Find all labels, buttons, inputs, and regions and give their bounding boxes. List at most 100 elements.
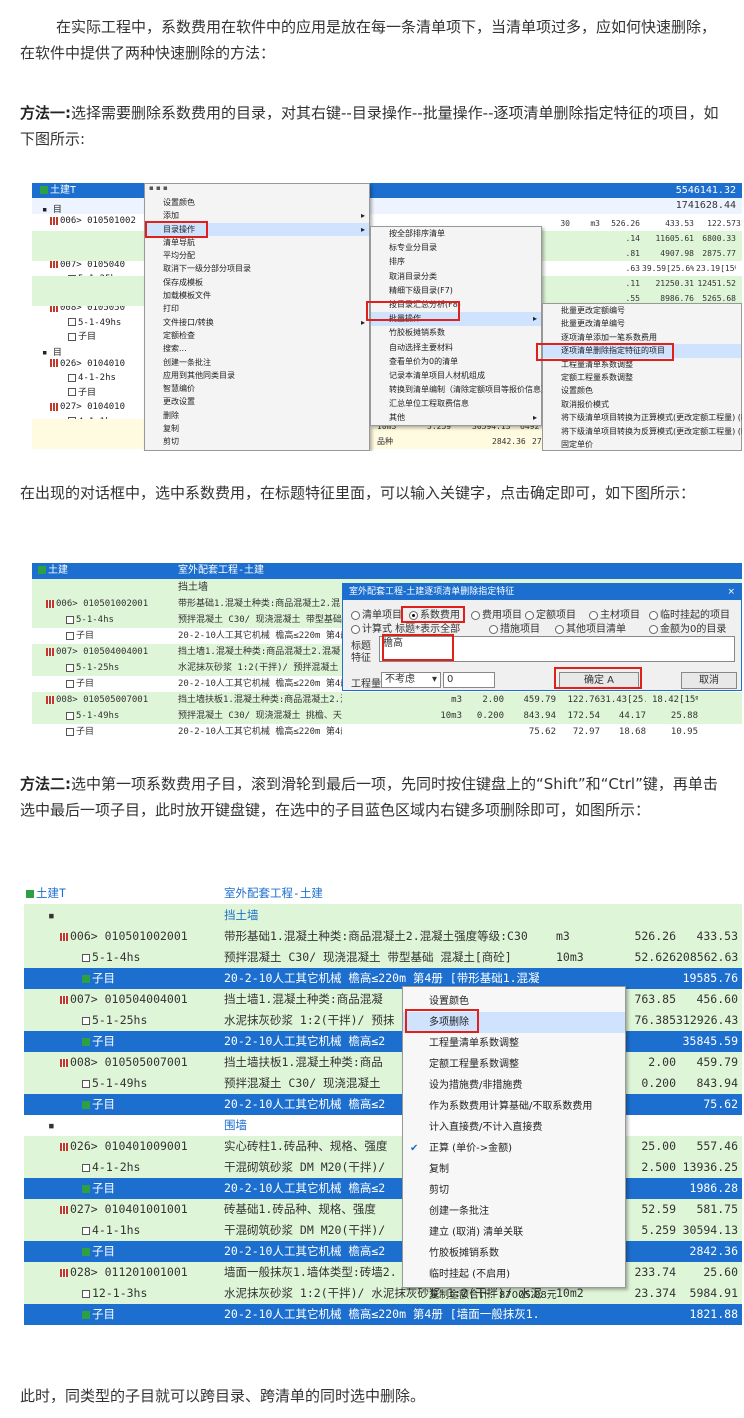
tree-item[interactable]: 子目 bbox=[68, 330, 96, 344]
menu-item[interactable]: 标专业分目录 bbox=[371, 241, 541, 255]
menu-item[interactable]: 竹胶板摊销系数 bbox=[403, 1243, 625, 1264]
option-3[interactable]: 定额项目 bbox=[525, 606, 576, 621]
cancel-button[interactable]: 取消 bbox=[681, 672, 737, 689]
menu-item[interactable]: 排序 bbox=[371, 255, 541, 269]
menu-item[interactable]: 打印 bbox=[145, 302, 369, 315]
option2-3[interactable]: 金额为0的目录 bbox=[649, 620, 726, 635]
menu-item[interactable]: 创建一条批注 bbox=[403, 1201, 625, 1222]
menu-item[interactable]: 搜索... bbox=[145, 342, 369, 355]
table-row[interactable]: 5-1-49hs 预拌混凝土 C30/ 现浇混凝土 0.200 843.94 bbox=[24, 1073, 742, 1094]
chevron-right-icon: ▸ bbox=[532, 413, 537, 423]
table-row[interactable]: 子目 20-2-10人工其它机械 檐高≤220m 第4册 [挡土墙扶板1.混 75.… bbox=[32, 724, 742, 740]
menu-item[interactable]: 智慧编价 bbox=[145, 382, 369, 395]
qty-condition-select[interactable]: 不考虑 ▾ bbox=[381, 672, 441, 688]
menu-item[interactable]: 定额工程量系数调整 bbox=[543, 371, 741, 384]
option-label: 金额为0的目录 bbox=[660, 624, 727, 635]
section-label: 挡土墙 bbox=[178, 582, 208, 593]
table-cell: 31.38[25.6%] bbox=[736, 219, 742, 228]
amount-cell: 75.62 bbox=[703, 1097, 738, 1111]
table-row[interactable]: 007> 010504004001 挡土墙1.混凝土种类:商品混凝 763.85 45… bbox=[24, 989, 742, 1010]
menu-item[interactable]: 建立 (取消) 清单关联 bbox=[403, 1222, 625, 1243]
close-icon[interactable]: × bbox=[727, 584, 735, 600]
menu-item[interactable]: 取消目录分类 bbox=[371, 270, 541, 284]
menu-item[interactable]: 作为系数费用计算基础/不取系数费用 bbox=[403, 1096, 625, 1117]
menu-item[interactable]: 按全部排序清单 bbox=[371, 227, 541, 241]
table-row[interactable]: 子目 20-2-10人工其它机械 檐高≤2 2842.36 bbox=[24, 1241, 742, 1262]
tree-item[interactable]: 026> 0104010 bbox=[50, 357, 125, 371]
menu-item[interactable]: 查看单价为0的清单 bbox=[371, 355, 541, 369]
table-row[interactable]: 子目 20-2-10人工其它机械 檐高≤2 1986.28 bbox=[24, 1178, 742, 1199]
chevron-down-icon: ▾ bbox=[431, 674, 437, 685]
option-4[interactable]: 主材项目 bbox=[589, 606, 640, 621]
menu-item[interactable]: 批量更改定额编号 bbox=[543, 304, 741, 317]
menu-item[interactable]: 汇总单位工程取费信息 bbox=[371, 397, 541, 411]
menu-item[interactable]: 转换到清单编制（清除定额项目等报价信息） bbox=[371, 383, 549, 397]
menu-item[interactable]: 将下级清单项目转换为反算模式(更改定额工程量) (F4) bbox=[543, 425, 742, 438]
menu-item[interactable]: 复制 bbox=[145, 422, 369, 435]
tree-item-label: 12-1-3hs bbox=[92, 1286, 148, 1300]
menu-item[interactable]: 加载模板文件 bbox=[145, 289, 369, 302]
qty-value-input[interactable]: 0 bbox=[443, 672, 495, 688]
menu-item[interactable]: 取消报价模式 bbox=[543, 398, 741, 411]
menu-item[interactable]: 竹胶板摊销系数 bbox=[371, 326, 541, 340]
tree-item[interactable]: 子目 bbox=[68, 386, 96, 400]
option2-2[interactable]: 其他项目清单 bbox=[555, 620, 626, 635]
table-row[interactable]: 026> 010401009001 实心砖柱1.砖品种、规格、强度 25.00 557… bbox=[24, 1136, 742, 1157]
tree-item[interactable]: 4-1-2hs bbox=[68, 371, 116, 385]
menu-item[interactable]: 计入直接费/不计入直接费 bbox=[403, 1117, 625, 1138]
menu-item[interactable]: 删除 bbox=[145, 409, 369, 422]
menu-item[interactable]: 平均分配 bbox=[145, 249, 369, 262]
menu-item[interactable]: 精细下级目录(F7) bbox=[371, 284, 541, 298]
menu-item[interactable]: 将下级清单项目转换为正算模式(更改定额工程量) (F4) bbox=[543, 411, 742, 424]
menu-item[interactable]: 应用到其他同类目录 bbox=[145, 369, 369, 382]
menu-item[interactable]: 设为措施费/非措施费 bbox=[403, 1075, 625, 1096]
menu-item[interactable]: 文件接口/转换 ▸ bbox=[145, 316, 369, 329]
table-row[interactable]: 4-1-1hs 干混砌筑砂浆 DM M20(干拌)/5.259 30594.13 bbox=[24, 1220, 742, 1241]
menu-item[interactable]: 工程量清单系数调整 bbox=[403, 1033, 625, 1054]
menu-item[interactable]: 复制 bbox=[403, 1159, 625, 1180]
table-row[interactable]: 027> 010401001001 砖基础1.砖品种、规格、强度 52.59 581.… bbox=[24, 1199, 742, 1220]
table-row[interactable]: 子目 20-2-10人工其它机械 檐高≤220m 第4册 [带形基础1.混凝 195… bbox=[24, 968, 742, 989]
table-row[interactable]: 子目 20-2-10人工其它机械 檐高≤2 35845.59 bbox=[24, 1031, 742, 1052]
table-row[interactable]: ▪ 围墙 bbox=[24, 1115, 742, 1136]
tree-item-label: 5-1-49hs bbox=[78, 317, 122, 328]
table-row[interactable]: 5-1-25hs 水泥抹灰砂浆 1:2(干拌)/ 预抹 76.385 312926.4… bbox=[24, 1010, 742, 1031]
menu-item[interactable]: 自动选择主要材料 bbox=[371, 341, 541, 355]
menu-item[interactable]: 剪切 bbox=[145, 435, 369, 448]
table-row[interactable]: 5-1-49hs 预拌混凝土 C30/ 现浇混凝土 挑檐、天沟[商砼] 10m3 0.… bbox=[32, 708, 742, 724]
menu-item[interactable]: 临时挂起 (不启用) bbox=[403, 1264, 625, 1285]
menu-item[interactable]: 复制金额合计：87005.08元 bbox=[403, 1285, 625, 1306]
menu-item[interactable]: 取消下一级分部分项目录 bbox=[145, 262, 369, 275]
tree-item[interactable]: 027> 0104010 bbox=[50, 400, 125, 414]
option-2[interactable]: 费用项目 bbox=[471, 606, 522, 621]
menu-item[interactable]: 正算 (单价->金额) ✔ bbox=[403, 1138, 625, 1159]
table-row[interactable]: 12-1-3hs 水泥抹灰砂浆 1:2(干拌)/ 水泥抹灰砂浆 1:2(干拌)/ … bbox=[24, 1283, 742, 1304]
menu-item[interactable]: 定额检查 bbox=[145, 329, 369, 342]
option-5[interactable]: 临时挂起的项目 bbox=[649, 606, 730, 621]
table-row[interactable]: 008> 010505007001 挡土墙扶板1.混凝土种类:商品 2.00 459.… bbox=[24, 1052, 742, 1073]
table-cell: 226968.57 bbox=[736, 231, 742, 246]
menu-item[interactable]: 其他 ▸ bbox=[371, 411, 541, 425]
table-row[interactable]: 006> 010501002001 带形基础1.混凝土种类:商品混凝土2.混凝土强… bbox=[24, 926, 742, 947]
menu-item[interactable]: 更改设置 bbox=[145, 395, 369, 408]
option2-1[interactable]: 措施项目 bbox=[489, 620, 540, 635]
option-0[interactable]: 清单项目 bbox=[351, 606, 402, 621]
tree-item[interactable]: 5-1-49hs bbox=[68, 316, 121, 330]
radio-icon bbox=[525, 610, 534, 620]
menu-item[interactable]: 创建一条批注 bbox=[145, 356, 369, 369]
table-row[interactable]: 子目 20-2-10人工其它机械 檐高≤2 75.62 bbox=[24, 1094, 742, 1115]
menu-item[interactable]: 保存成模板 bbox=[145, 276, 369, 289]
menu-item[interactable]: 固定单价 bbox=[543, 438, 741, 451]
table-row[interactable]: 028> 011201001001墙面一般抹灰1.墙体类型:砖墙2.m2233.… bbox=[24, 1262, 742, 1283]
menu-item[interactable]: 剪切 bbox=[403, 1180, 625, 1201]
amount-cell: 5984.91 bbox=[689, 1286, 738, 1300]
menu-item[interactable]: 记录本清单项目人材机组成 bbox=[371, 369, 541, 383]
menu-item[interactable]: 批量更改清单编号 bbox=[543, 317, 741, 330]
table-row[interactable]: 008> 010505007001 挡土墙扶板1.混凝土种类:商品混凝土2.混凝土… bbox=[32, 692, 742, 708]
table-row[interactable]: 4-1-2hs 干混砌筑砂浆 DM M20(干拌)/2.500 13936.25 bbox=[24, 1157, 742, 1178]
menu-item[interactable]: 设置颜色 bbox=[543, 384, 741, 397]
table-row[interactable]: 5-1-4hs 预拌混凝土 C30/ 现浇混凝土 带型基础 混凝土[商砼] 10m3… bbox=[24, 947, 742, 968]
menu-item[interactable]: 定额工程量系数调整 bbox=[403, 1054, 625, 1075]
menu-item[interactable]: 设置颜色 bbox=[145, 196, 369, 209]
table-row[interactable]: 子目 20-2-10人工其它机械 檐高≤220m 第4册 [墙面一般抹灰1. 182… bbox=[24, 1304, 742, 1325]
